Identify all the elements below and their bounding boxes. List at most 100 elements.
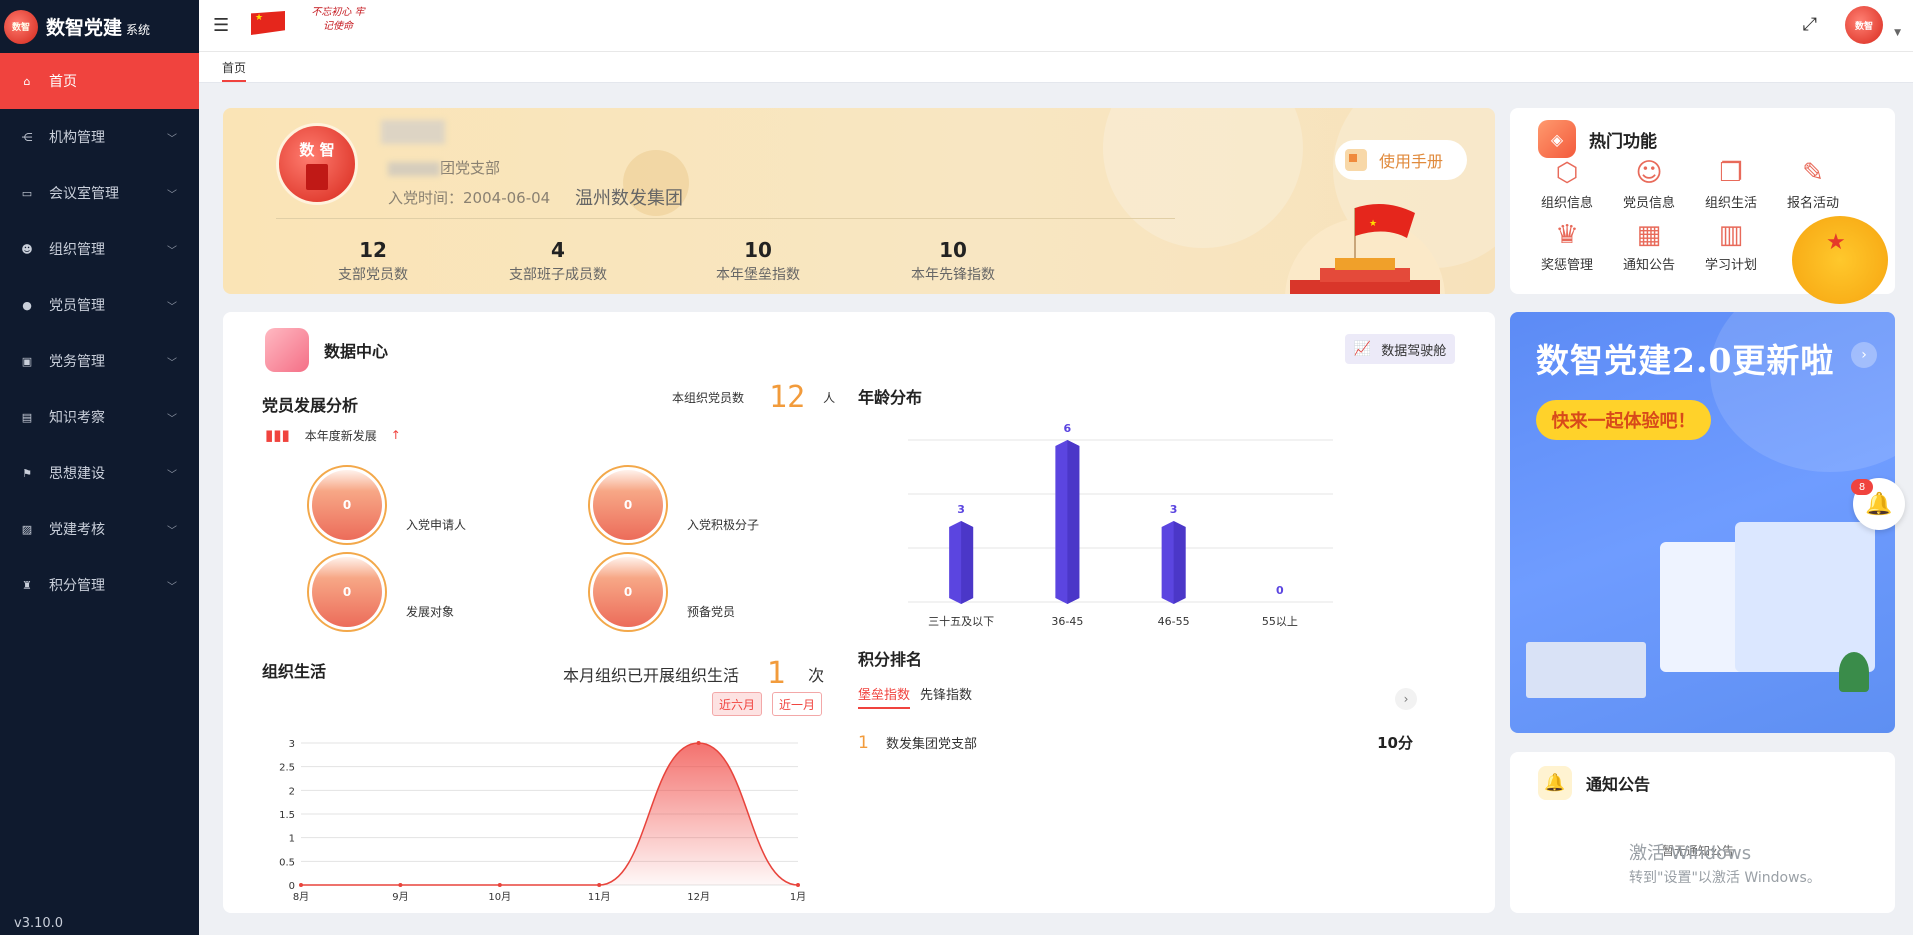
promo-subtitle: 快来一起体验吧！ xyxy=(1536,400,1711,440)
hot-function-5[interactable]: ▦ 通知公告 xyxy=(1614,218,1684,273)
group-name: 温州数发集团 xyxy=(575,188,683,209)
bell-badge: 8 xyxy=(1851,479,1873,495)
bar-value-label: 6 xyxy=(1064,422,1072,435)
data-cockpit-button[interactable]: 📈 数据驾驶舱 xyxy=(1345,334,1455,364)
sidebar-item-8[interactable]: ▨ 党建考核 ﹀ xyxy=(0,501,199,557)
desktop-icon: ▣ xyxy=(21,354,33,368)
range-six-months-button[interactable]: 近六月 xyxy=(712,692,762,716)
hot-function-3[interactable]: ✎ 报名活动 xyxy=(1778,156,1848,211)
fullscreen-icon[interactable]: ⤢ xyxy=(1803,14,1817,35)
sidebar-item-3[interactable]: ☻ 组织管理 ﹀ xyxy=(0,221,199,277)
rank-tab-fortress[interactable]: 堡垒指数 xyxy=(858,684,911,709)
manual-icon xyxy=(1345,149,1367,171)
bubble-target: 0 xyxy=(307,552,387,632)
bar-shade xyxy=(1067,440,1080,604)
signup-icon: ✎ xyxy=(1802,158,1824,188)
blurred-text xyxy=(388,161,440,176)
bar-value-label: 0 xyxy=(1276,584,1284,597)
brand-sub: 系统 xyxy=(126,23,151,37)
version-label: v3.10.0 xyxy=(14,916,64,931)
divider xyxy=(276,218,1175,219)
hot-function-label: 通知公告 xyxy=(1622,258,1675,273)
data-center-header: 数据中心 xyxy=(265,328,388,372)
promo-banner[interactable]: 数智党建2.0更新啦 快来一起体验吧！ › xyxy=(1510,312,1895,733)
flag-icon: ⚑ xyxy=(22,466,32,480)
org-life-title: 组织生活 xyxy=(262,662,327,681)
sidebar-item-label: 思想建设 xyxy=(49,466,105,482)
stat-label: 本年堡垒指数 xyxy=(716,267,800,283)
bubble-applicant: 0 xyxy=(307,465,387,545)
sidebar-item-9[interactable]: ♜ 积分管理 ﹀ xyxy=(0,557,199,613)
member-info-icon: ☺ xyxy=(1635,158,1663,188)
rank-row: 1 数发集团党支部 10分 xyxy=(858,732,1413,753)
hot-function-6[interactable]: ▥ 学习计划 xyxy=(1696,218,1766,273)
member-count-value: 12 xyxy=(769,380,806,415)
hot-function-label: 奖惩管理 xyxy=(1540,258,1593,273)
stat-committee: 4 支部班子成员数 xyxy=(473,238,643,284)
sidebar-item-label: 党务管理 xyxy=(49,354,105,370)
stat-label: 本年先锋指数 xyxy=(911,267,995,283)
tab-home[interactable]: 首页 xyxy=(222,59,247,82)
y-tick-label: 0 xyxy=(289,881,295,892)
topbar: ☰ 不忘初心 牢记使命 ⤢ 数智 ▼ xyxy=(199,0,1913,52)
tab-bar: 首页 xyxy=(199,52,1913,83)
dev-analysis-title: 党员发展分析 xyxy=(262,396,359,415)
chevron-right-icon[interactable]: › xyxy=(1851,342,1877,368)
chevron-down-icon: ﹀ xyxy=(167,413,177,425)
range-one-month-button[interactable]: 近一月 xyxy=(772,692,822,716)
org-structure-icon: ⋲ xyxy=(21,130,33,144)
hot-function-1[interactable]: ☺ 党员信息 xyxy=(1614,156,1684,211)
sidebar-item-6[interactable]: ▤ 知识考察 ﹀ xyxy=(0,389,199,445)
x-tick-label: 12月 xyxy=(687,891,710,903)
brand-title: 数智党建 xyxy=(46,17,123,39)
rank-tab-pioneer[interactable]: 先锋指数 xyxy=(920,684,972,709)
tiananmen-illustration: ★ xyxy=(1285,204,1445,294)
branch-avatar-text: 数 智 xyxy=(299,140,335,159)
cube-icon: ◈ xyxy=(1538,120,1576,158)
sidebar-item-0[interactable]: ⌂ 首页 xyxy=(0,53,199,109)
stat-value: 4 xyxy=(551,238,565,262)
hot-function-label: 党员信息 xyxy=(1622,196,1675,211)
brand-logo: 数智 xyxy=(4,9,38,44)
user-avatar[interactable]: 数智 xyxy=(1845,6,1883,44)
blurred-name xyxy=(381,120,445,144)
calculator-icon: ▥ xyxy=(1718,220,1744,250)
hot-function-4[interactable]: ♛ 奖惩管理 xyxy=(1532,218,1602,273)
sidebar-item-5[interactable]: ▣ 党务管理 ﹀ xyxy=(0,333,199,389)
hot-function-0[interactable]: ⬡ 组织信息 xyxy=(1532,156,1602,211)
manual-button[interactable]: 使用手册 xyxy=(1335,140,1467,180)
sidebar-item-7[interactable]: ⚑ 思想建设 ﹀ xyxy=(0,445,199,501)
sidebar-item-4[interactable]: ● 党员管理 ﹀ xyxy=(0,277,199,333)
bubble-label: 发展对象 xyxy=(406,605,455,619)
chevron-down-icon: ﹀ xyxy=(167,581,177,593)
data-point xyxy=(497,883,502,887)
stat-value: 10 xyxy=(744,238,772,262)
stat-pioneer: 10 本年先锋指数 xyxy=(868,238,1038,284)
hot-function-label: 组织生活 xyxy=(1704,196,1757,211)
stat-fortress: 10 本年堡垒指数 xyxy=(673,238,843,284)
bubble-probationary: 0 xyxy=(588,552,668,632)
brand[interactable]: 数智 数智党建 系统 xyxy=(0,0,199,53)
x-tick-label: 8月 xyxy=(293,891,309,903)
chevron-right-icon[interactable]: › xyxy=(1395,688,1417,710)
member-count-label: 本组织党员数 xyxy=(672,391,745,405)
sidebar-item-1[interactable]: ⋲ 机构管理 ﹀ xyxy=(0,109,199,165)
menu-toggle-icon[interactable]: ☰ xyxy=(213,15,229,36)
y-tick-label: 2.5 xyxy=(279,763,295,774)
plant-icon xyxy=(1839,652,1869,692)
sidebar-item-label: 党建考核 xyxy=(49,522,105,538)
stat-label: 支部班子成员数 xyxy=(509,267,607,283)
join-date-value: 2004-06-04 xyxy=(463,189,551,207)
sidebar-item-label: 机构管理 xyxy=(49,130,105,146)
hot-function-2[interactable]: ❐ 组织生活 xyxy=(1696,156,1766,211)
org-life-icon: ❐ xyxy=(1719,158,1743,188)
y-tick-label: 2 xyxy=(289,786,295,797)
y-tick-label: 1.5 xyxy=(279,810,295,821)
chevron-down-icon[interactable]: ▼ xyxy=(1894,28,1901,38)
sidebar-item-label: 积分管理 xyxy=(49,578,105,594)
age-bar-chart: 3 三十五及以下 6 36-45 3 46-55 0 55以上 xyxy=(908,422,1333,628)
bubble-label: 入党申请人 xyxy=(406,518,467,532)
x-tick-label: 11月 xyxy=(588,891,611,903)
sidebar-item-2[interactable]: ▭ 会议室管理 ﹀ xyxy=(0,165,199,221)
org-life-count: 本月组织已开展组织生活 1 次 xyxy=(563,656,824,691)
